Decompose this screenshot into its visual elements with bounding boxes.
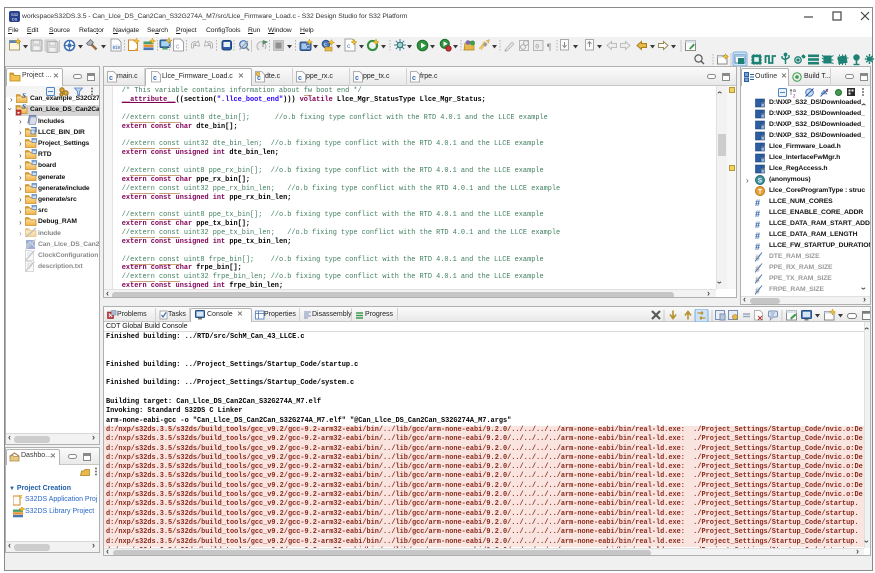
svg-text:C: C: [306, 45, 310, 51]
svg-text:T: T: [758, 189, 762, 196]
svg-text:0: 0: [535, 44, 539, 51]
svg-text:¶: ¶: [547, 42, 551, 52]
svg-text:S: S: [758, 178, 763, 185]
svg-text:010: 010: [113, 47, 121, 51]
svg-text:c: c: [176, 44, 180, 51]
